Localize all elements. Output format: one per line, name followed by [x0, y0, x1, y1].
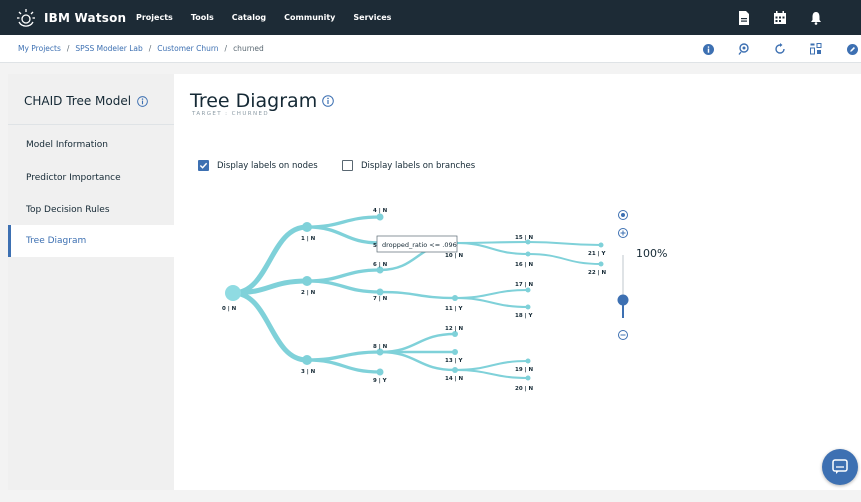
nav-community[interactable]: Community — [284, 13, 335, 22]
sidebar-divider — [8, 124, 174, 125]
option-labels-on-branches[interactable]: Display labels on branches — [342, 160, 475, 171]
watson-logo-icon — [17, 8, 35, 27]
sidebar-title: CHAID Tree Model — [24, 94, 148, 108]
labels-on-nodes-checkbox[interactable] — [198, 160, 209, 171]
sidebar-item-predictor-importance[interactable]: Predictor Importance — [8, 162, 174, 194]
chat-icon — [832, 459, 848, 474]
chat-button[interactable] — [822, 449, 858, 485]
sidebar-item-top-decision-rules[interactable]: Top Decision Rules — [8, 194, 174, 226]
breadcrumb: My Projects / SPSS Modeler Lab / Custome… — [18, 44, 264, 53]
breadcrumb-spss-modeler-lab[interactable]: SPSS Modeler Lab — [75, 44, 142, 53]
page-title-text: Tree Diagram — [190, 90, 318, 112]
brand-name: IBM Watson — [44, 10, 127, 25]
flow-icon[interactable] — [738, 43, 750, 55]
sidebar-item-model-information[interactable]: Model Information — [8, 129, 174, 161]
sidebar: CHAID Tree Model Model Information Predi… — [8, 74, 178, 490]
top-nav: Projects Tools Catalog Community Service… — [136, 13, 409, 22]
calendar-icon[interactable] — [773, 10, 787, 25]
breadcrumb-customer-churn[interactable]: Customer Churn — [157, 44, 218, 53]
brand[interactable]: IBM Watson — [16, 8, 136, 28]
nav-projects[interactable]: Projects — [136, 13, 173, 22]
sidebar-title-text: CHAID Tree Model — [24, 94, 132, 108]
labels-on-branches-checkbox[interactable] — [342, 160, 353, 171]
labels-on-nodes-label: Display labels on nodes — [217, 160, 318, 171]
edit-icon[interactable] — [846, 43, 858, 55]
nav-services[interactable]: Services — [353, 13, 391, 22]
info-icon[interactable] — [137, 95, 148, 107]
refresh-icon[interactable] — [774, 43, 786, 55]
page-subtitle: TARGET : CHURNED — [192, 111, 270, 117]
grid-icon[interactable] — [810, 43, 822, 55]
breadcrumb-separator: / — [66, 44, 70, 53]
main-panel: Tree Diagram TARGET : CHURNED Display la… — [174, 74, 861, 490]
info-icon[interactable] — [322, 95, 335, 107]
option-labels-on-nodes[interactable]: Display labels on nodes — [198, 160, 318, 171]
document-icon[interactable] — [737, 10, 751, 25]
top-icons — [737, 0, 861, 35]
top-navigation-bar: IBM Watson Projects Tools Catalog Commun… — [0, 0, 861, 35]
sidebar-item-tree-diagram[interactable]: Tree Diagram — [8, 225, 178, 257]
labels-on-branches-label: Display labels on branches — [361, 160, 476, 171]
breadcrumb-icons — [678, 35, 861, 63]
breadcrumb-current: churned — [233, 44, 264, 53]
breadcrumb-bar: My Projects / SPSS Modeler Lab / Custome… — [0, 35, 861, 63]
checkmark-icon — [199, 162, 208, 169]
nav-tools[interactable]: Tools — [191, 13, 214, 22]
zoom-level: 100% — [636, 247, 668, 260]
nav-catalog[interactable]: Catalog — [232, 13, 266, 22]
info-icon[interactable] — [702, 43, 714, 55]
breadcrumb-my-projects[interactable]: My Projects — [18, 44, 61, 53]
bell-icon[interactable] — [809, 11, 823, 25]
breadcrumb-separator: / — [224, 44, 228, 53]
breadcrumb-separator: / — [148, 44, 152, 53]
page-title: Tree Diagram — [190, 90, 335, 112]
